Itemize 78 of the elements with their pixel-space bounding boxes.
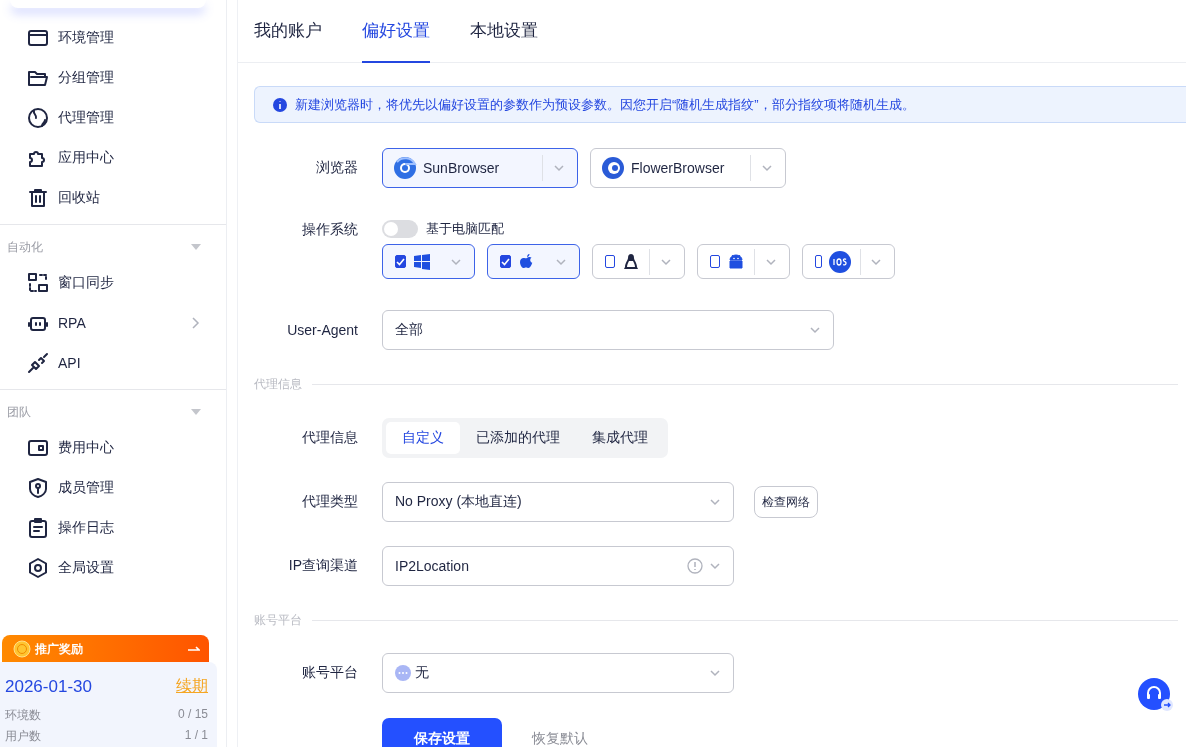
hexagon-icon <box>27 557 49 579</box>
nav-item[interactable]: 回收站 <box>0 178 226 218</box>
section-header: 自动化 <box>7 238 43 256</box>
os-option[interactable] <box>382 244 475 279</box>
wallet-icon <box>27 437 49 459</box>
section-header: 团队 <box>7 403 31 421</box>
select-field[interactable]: 全部 <box>382 310 834 350</box>
clipboard-icon <box>27 517 49 539</box>
field-label: IP查询渠道 <box>287 557 358 575</box>
tab[interactable]: 偏好设置 <box>362 0 430 63</box>
nav-item[interactable]: 操作日志 <box>0 508 226 548</box>
stat-value: 0 / 15 <box>177 707 208 723</box>
select-field[interactable]: 无 <box>382 653 734 693</box>
chevron-down-icon <box>553 162 565 174</box>
browser-select[interactable]: SunBrowser <box>382 148 578 188</box>
nav-item[interactable]: 全局设置 <box>0 548 226 588</box>
more-icon <box>395 665 411 681</box>
toggle-label: 基于电脑匹配 <box>426 220 504 238</box>
section-title: 代理信息 <box>254 376 302 393</box>
ios-logo-icon <box>827 249 852 274</box>
field-label: 账号平台 <box>301 664 358 682</box>
os-option[interactable] <box>802 244 895 279</box>
segment-option[interactable]: 自定义 <box>386 422 460 454</box>
sync-icon <box>27 272 49 294</box>
segment-option[interactable]: 已添加的代理 <box>460 422 576 454</box>
notice-text: 新建浏览器时，将优先以偏好设置的参数作为预设参数。因您开启“随机生成指纹”，部分指纹项将随机生成。 <box>295 95 915 114</box>
chevron-down-icon <box>809 324 821 336</box>
nav-item[interactable]: 环境管理 <box>0 18 226 58</box>
section-title: 账号平台 <box>254 612 302 629</box>
info-icon <box>273 97 287 112</box>
chevron-down-icon <box>709 667 721 679</box>
shield-icon <box>27 477 49 499</box>
plug-icon <box>27 352 49 374</box>
chevron-down-icon <box>709 560 721 572</box>
nav-item[interactable]: 应用中心 <box>0 138 226 178</box>
checkbox[interactable] <box>605 255 616 268</box>
checkbox[interactable] <box>395 255 406 268</box>
checkbox[interactable] <box>710 255 721 268</box>
tab[interactable]: 我的账户 <box>254 0 322 63</box>
nav-item[interactable]: 分组管理 <box>0 58 226 98</box>
stat-label: 用户数 <box>5 728 41 745</box>
chevron-down-icon <box>761 162 773 174</box>
nav-item[interactable]: 窗口同步 <box>0 263 226 303</box>
stat-value: 1 / 1 <box>184 728 208 744</box>
trash-icon <box>27 187 49 209</box>
stat-label: 环境数 <box>5 707 41 724</box>
os-option[interactable] <box>487 244 580 279</box>
checkbox[interactable] <box>815 255 822 268</box>
check-network-button[interactable]: 检查网络 <box>754 486 818 518</box>
flower-browser-icon <box>601 156 625 180</box>
nav-item[interactable]: 成员管理 <box>0 468 226 508</box>
os-option[interactable] <box>697 244 790 279</box>
globe-icon <box>27 107 49 129</box>
reset-button[interactable]: 恢复默认 <box>526 718 594 747</box>
field-label: User-Agent <box>286 322 358 338</box>
field-label: 浏览器 <box>315 159 358 177</box>
select-field[interactable]: No Proxy (本地直连) <box>382 482 734 522</box>
nav-item[interactable]: RPA <box>0 303 226 343</box>
coin-icon <box>13 640 31 658</box>
nav-item[interactable]: API <box>0 343 226 383</box>
sun-browser-icon <box>393 156 417 180</box>
checkbox[interactable] <box>500 255 511 268</box>
segment-option[interactable]: 集成代理 <box>576 422 664 454</box>
nav-item[interactable]: 代理管理 <box>0 98 226 138</box>
expiry-date: 2026-01-30 <box>5 676 92 697</box>
save-button[interactable]: 保存设置 <box>382 718 502 747</box>
browser-select[interactable]: FlowerBrowser <box>590 148 786 188</box>
window-icon <box>27 27 49 49</box>
chevron-down-icon <box>709 496 721 508</box>
warning-icon <box>687 558 703 574</box>
tab[interactable]: 本地设置 <box>470 0 538 63</box>
toggle-switch[interactable] <box>382 220 418 238</box>
field-label: 代理信息 <box>301 429 358 447</box>
field-label: 操作系统 <box>301 221 358 239</box>
field-label: 代理类型 <box>301 493 358 511</box>
os-option[interactable] <box>592 244 685 279</box>
nav-item[interactable]: 费用中心 <box>0 428 226 468</box>
select-field[interactable]: IP2Location <box>382 546 734 586</box>
